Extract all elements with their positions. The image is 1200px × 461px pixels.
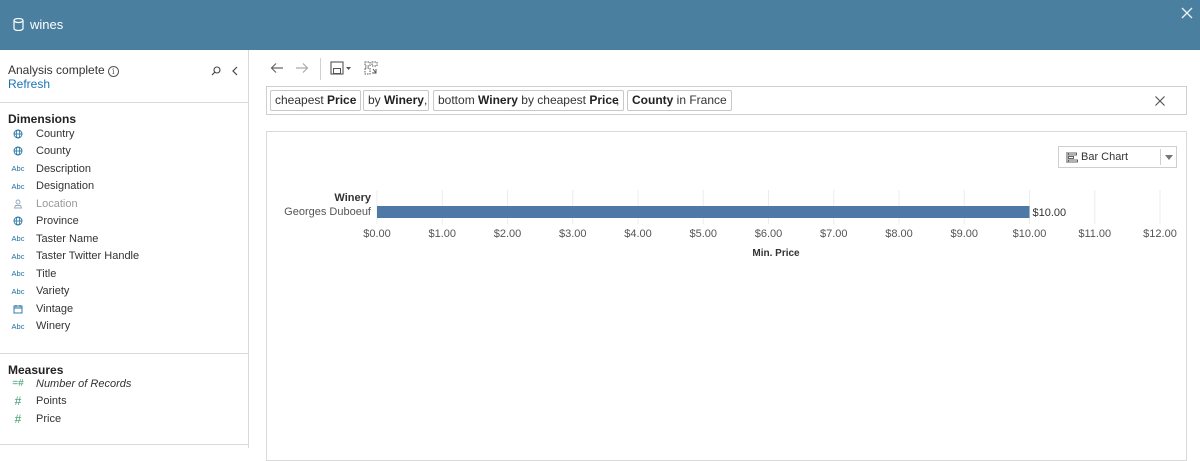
toolbar-divider (320, 58, 321, 80)
database-icon (13, 18, 24, 31)
query-pill[interactable]: cheapest Price (270, 90, 362, 111)
clear-query-icon[interactable] (1154, 95, 1166, 107)
measure-field[interactable]: # Price (0, 410, 248, 428)
dimension-field[interactable]: Abc Variety (0, 283, 248, 301)
dimension-field[interactable]: Abc Taster Name (0, 230, 248, 248)
measures-list: =# Number of Records # Points # Price (0, 375, 248, 428)
back-button[interactable] (270, 58, 284, 78)
x-tick-label: $5.00 (689, 228, 717, 240)
query-bar[interactable]: cheapest Price by Winery , bottom Winery… (266, 86, 1187, 115)
forward-button[interactable] (295, 58, 309, 78)
search-icon[interactable] (211, 66, 221, 76)
collapse-pane-icon[interactable] (231, 66, 239, 76)
query-pill[interactable]: bottom Winery by cheapest Price (433, 90, 624, 111)
swap-axes-button[interactable] (364, 58, 378, 78)
globe-icon (0, 216, 36, 226)
divider (0, 444, 248, 445)
refresh-link[interactable]: Refresh (8, 77, 50, 91)
dimension-field[interactable]: Abc Taster Twitter Handle (0, 248, 248, 266)
save-menu-button[interactable] (330, 58, 352, 78)
abc-icon: Abc (11, 286, 25, 296)
dimension-field[interactable]: Abc Description (0, 160, 248, 178)
x-axis-title: Min. Price (752, 248, 800, 259)
analysis-status: Analysis complete i (8, 63, 119, 77)
bar-chart: Winery Georges Duboeuf $10.00 $0.00 $1.00 $2.… (284, 190, 1177, 259)
abc-icon: Abc (11, 251, 25, 261)
query-pill[interactable]: County in France (627, 90, 732, 111)
divider (0, 102, 248, 103)
arrow-right-icon (296, 63, 309, 73)
x-tick-label: $8.00 (885, 228, 913, 240)
x-tick-label: $11.00 (1078, 228, 1111, 240)
abc-icon: Abc (11, 164, 25, 174)
dimension-field[interactable]: Location (0, 195, 248, 213)
globe-icon (0, 146, 36, 156)
data-label: $10.00 (1033, 207, 1067, 219)
datasource-title: wines (30, 17, 64, 32)
calendar-icon (0, 304, 36, 314)
x-tick-label: $10.00 (1013, 228, 1047, 240)
x-tick-label: $7.00 (820, 228, 848, 240)
arrow-left-icon (270, 63, 283, 73)
x-tick-label: $9.00 (950, 228, 978, 240)
dimension-field[interactable]: County (0, 143, 248, 161)
analysis-status-text: Analysis complete (8, 63, 105, 77)
dimension-field[interactable]: Abc Title (0, 265, 248, 283)
calculated-number-icon: =# (12, 378, 24, 390)
dimension-field[interactable]: Vintage (0, 300, 248, 318)
x-tick-label: $2.00 (494, 228, 522, 240)
category-label: Georges Duboeuf (284, 206, 372, 218)
abc-icon: Abc (11, 181, 25, 191)
query-pill[interactable]: by Winery (363, 90, 429, 111)
bar[interactable] (377, 206, 1030, 218)
dimension-field[interactable]: Abc Winery (0, 318, 248, 336)
close-icon[interactable] (1180, 6, 1194, 20)
divider (0, 353, 248, 354)
x-tick-label: $3.00 (559, 228, 587, 240)
abc-icon: Abc (11, 321, 25, 331)
x-tick-label: $4.00 (624, 228, 652, 240)
globe-icon (0, 129, 36, 139)
abc-icon: Abc (11, 234, 25, 244)
info-icon[interactable]: i (107, 66, 119, 77)
dimensions-list: Country County Abc Description Abc Designa… (0, 125, 248, 335)
dimension-field[interactable]: Country (0, 125, 248, 143)
location-icon (0, 199, 36, 209)
dimensions-heading: Dimensions (8, 112, 77, 126)
save-icon (330, 61, 351, 75)
y-axis-title: Winery (334, 192, 371, 204)
number-icon: # (14, 411, 22, 426)
data-pane: Analysis complete i Refresh Dimensions Co… (0, 50, 249, 448)
measure-field[interactable]: # Points (0, 393, 248, 411)
x-tick-label: $1.00 (428, 228, 456, 240)
top-bar: wines (0, 0, 1200, 50)
abc-icon: Abc (11, 269, 25, 279)
visualization-panel: Bar Chart Winery Georges Duboeuf $10.00 $0.… (266, 131, 1187, 461)
dimension-field[interactable]: Abc Designation (0, 178, 248, 196)
dimension-field[interactable]: Province (0, 213, 248, 231)
x-tick-label: $12.00 (1143, 228, 1177, 240)
x-tick-label: $0.00 (363, 228, 391, 240)
number-icon: # (14, 394, 22, 409)
x-tick-label: $6.00 (755, 228, 783, 240)
swap-icon (364, 61, 378, 75)
measure-field[interactable]: =# Number of Records (0, 375, 248, 393)
